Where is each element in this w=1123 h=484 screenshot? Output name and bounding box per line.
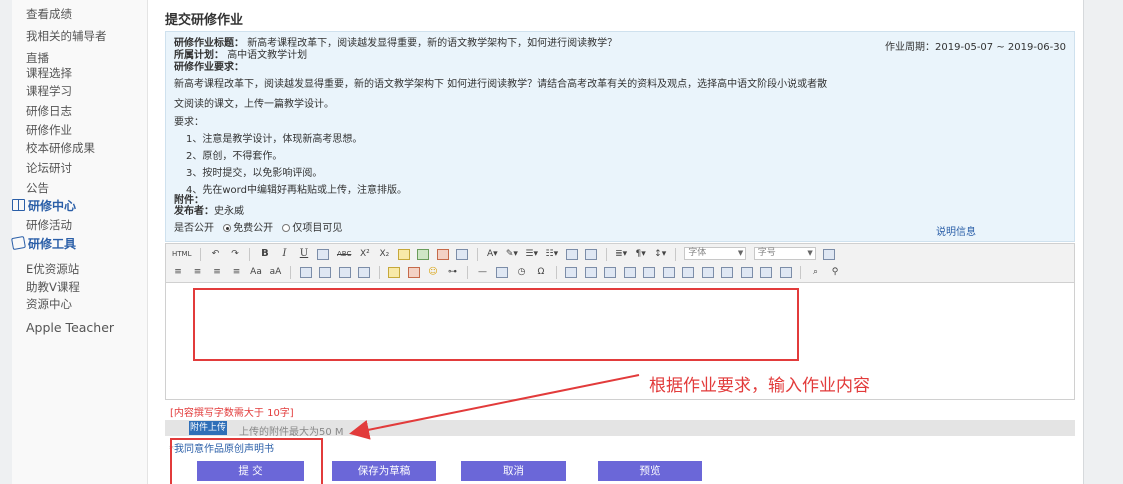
- right-gutter: [1083, 0, 1123, 484]
- sidebar-item-tutors[interactable]: 我相关的辅导者: [26, 29, 107, 43]
- sidebar-section-tools[interactable]: 研修工具: [11, 235, 77, 251]
- tools-icon: [11, 235, 26, 251]
- sidebar-item-apple-teacher[interactable]: Apple Teacher: [26, 321, 114, 335]
- sidebar-item-live[interactable]: 直播: [26, 51, 49, 65]
- sidebar-section-tools-label: 研修工具: [28, 237, 77, 251]
- book-icon: [12, 199, 25, 211]
- left-gutter: [0, 0, 12, 484]
- sidebar-item-homework[interactable]: 研修作业: [26, 123, 72, 137]
- sidebar-item-activity[interactable]: 研修活动: [26, 218, 72, 232]
- sidebar-item-course-select[interactable]: 课程选择: [26, 66, 72, 80]
- sidebar-item-resource-center[interactable]: 资源中心: [26, 297, 72, 311]
- sidebar: 查看成绩 我相关的辅导者 直播 课程选择 课程学习 研修日志 研修作业 校本研修…: [11, 0, 148, 484]
- sidebar-item-assist-v[interactable]: 助教V课程: [26, 280, 80, 294]
- sidebar-section-center-label: 研修中心: [28, 199, 77, 213]
- main-content: 提交研修作业 研修作业标题： 新高考课程改革下，阅读越发显得重要，新的语文教学架…: [165, 0, 1075, 484]
- sidebar-item-study-log[interactable]: 研修日志: [26, 104, 72, 118]
- sidebar-item-e-resource[interactable]: E优资源站: [26, 262, 79, 276]
- sidebar-item-grades[interactable]: 查看成绩: [26, 7, 72, 21]
- sidebar-item-school-results[interactable]: 校本研修成果: [26, 141, 95, 155]
- sidebar-item-course-study[interactable]: 课程学习: [26, 84, 72, 98]
- sidebar-item-notice[interactable]: 公告: [26, 181, 49, 195]
- sidebar-item-forum[interactable]: 论坛研讨: [26, 161, 72, 175]
- sidebar-section-center[interactable]: 研修中心: [12, 199, 76, 213]
- annotation-arrow-icon: [349, 374, 640, 440]
